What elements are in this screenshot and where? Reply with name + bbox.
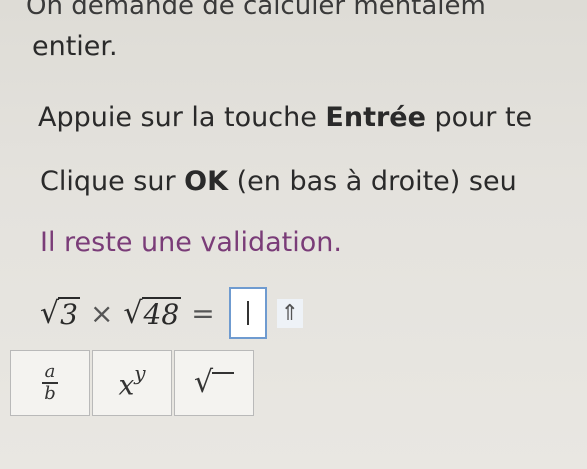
sqrt-term-2: √ 48 — [123, 296, 182, 331]
instruction-text: (en bas à droite) seu — [228, 166, 517, 197]
sqrt-icon: √ — [40, 296, 60, 331]
sqrt-key-icon: √ — [193, 365, 235, 400]
enter-key-label: Entrée — [325, 102, 426, 133]
ok-label: OK — [184, 166, 229, 197]
instruction-line-1: On demande de calculer mentalem — [26, 0, 486, 21]
instruction-text: pour te — [425, 102, 533, 133]
times-operator: × — [89, 296, 114, 330]
radicand-1: 3 — [58, 297, 80, 331]
instruction-line-2: entier. — [32, 31, 118, 62]
fraction-denominator: b — [44, 383, 56, 404]
remaining-validation-text: Il reste une validation. — [40, 227, 342, 258]
math-keypad: a b xy √ — [10, 350, 256, 416]
radicand-2: 48 — [141, 297, 182, 331]
fraction-icon: a b — [41, 362, 59, 404]
instruction-text: Appuie sur la touche — [38, 102, 326, 133]
sqrt-bar — [212, 372, 235, 398]
instruction-enter-key: Appuie sur la touche Entrée pour te — [38, 101, 532, 135]
power-icon: xy — [118, 361, 145, 402]
instruction-text: Clique sur — [40, 166, 185, 197]
sqrt-symbol: √ — [193, 365, 214, 400]
math-expression: √ 3 × √ 48 = ⇑ — [40, 283, 304, 343]
instruction-ok-button: Clique sur OK (en bas à droite) seu — [40, 165, 517, 199]
double-up-arrow-icon[interactable]: ⇑ — [276, 298, 304, 328]
fraction-key[interactable]: a b — [10, 350, 90, 416]
fraction-numerator: a — [41, 362, 59, 384]
equals-operator: = — [191, 296, 215, 330]
answer-input[interactable] — [228, 287, 267, 339]
text-caret — [246, 301, 249, 325]
sqrt-key[interactable]: √ — [174, 350, 254, 416]
sqrt-term-1: √ 3 — [40, 297, 80, 329]
power-exponent: y — [134, 360, 146, 385]
sqrt-icon: √ — [123, 296, 143, 331]
power-key[interactable]: xy — [92, 350, 172, 416]
power-base: x — [118, 368, 135, 402]
